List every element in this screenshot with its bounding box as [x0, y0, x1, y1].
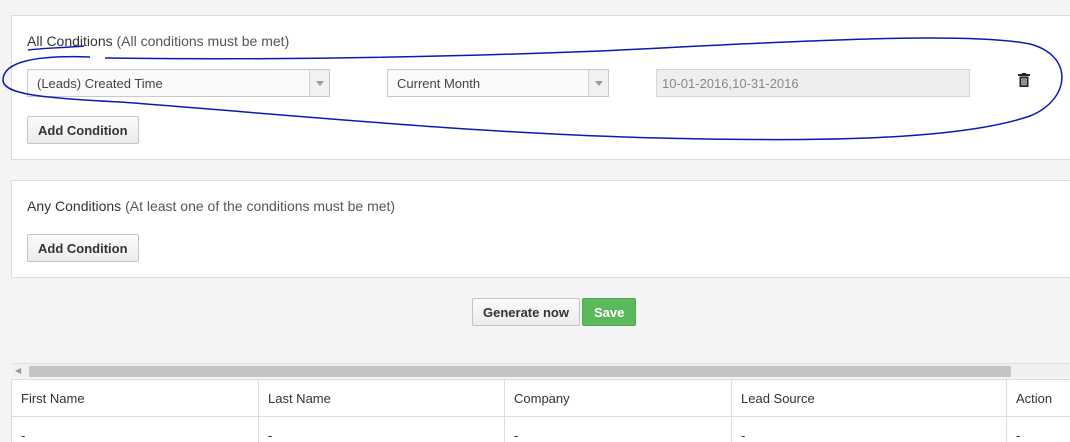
column-header-action: Action	[1006, 379, 1070, 417]
column-header-last-name[interactable]: Last Name	[258, 379, 505, 417]
all-conditions-hint: (All conditions must be met)	[116, 33, 290, 49]
condition-period-value: Current Month	[397, 76, 481, 91]
table-cell: -	[1006, 416, 1070, 442]
caret-down-icon[interactable]	[309, 70, 329, 96]
column-header-lead-source[interactable]: Lead Source	[731, 379, 1007, 417]
all-conditions-panel: All Conditions (All conditions must be m…	[11, 15, 1070, 160]
any-conditions-title: Any Conditions	[27, 198, 122, 214]
condition-field-select[interactable]: (Leads) Created Time	[27, 69, 330, 97]
arrow-left-icon[interactable]: ◀	[15, 366, 21, 375]
all-conditions-title: All Conditions	[27, 33, 113, 49]
table-cell: -	[731, 416, 1007, 442]
table-cell: -	[504, 416, 732, 442]
condition-period-select[interactable]: Current Month	[387, 69, 609, 97]
add-condition-button[interactable]: Add Condition	[27, 116, 139, 144]
any-conditions-hint: (At least one of the conditions must be …	[125, 198, 396, 214]
add-any-condition-button[interactable]: Add Condition	[27, 234, 139, 262]
column-header-first-name[interactable]: First Name	[11, 379, 259, 417]
caret-down-icon[interactable]	[588, 70, 608, 96]
date-range-input[interactable]: 10-01-2016,10-31-2016	[656, 69, 970, 97]
top-strip	[0, 0, 1070, 16]
any-conditions-heading: Any Conditions (At least one of the cond…	[27, 198, 395, 214]
table-header-row: First Name Last Name Company Lead Source…	[11, 379, 1070, 417]
horizontal-scrollbar[interactable]: ◀	[12, 363, 1070, 377]
results-table: First Name Last Name Company Lead Source…	[11, 379, 1070, 442]
trash-icon[interactable]	[1018, 73, 1030, 87]
any-conditions-panel: Any Conditions (At least one of the cond…	[11, 180, 1070, 278]
all-conditions-heading: All Conditions (All conditions must be m…	[27, 33, 289, 49]
save-button[interactable]: Save	[582, 298, 637, 326]
generate-now-button[interactable]: Generate now	[472, 298, 580, 326]
scrollbar-thumb[interactable]	[29, 366, 1011, 377]
table-cell: -	[258, 416, 505, 442]
table-row: - - - - -	[11, 416, 1070, 442]
table-cell: -	[11, 416, 259, 442]
condition-field-value: (Leads) Created Time	[37, 76, 163, 91]
column-header-company[interactable]: Company	[504, 379, 732, 417]
